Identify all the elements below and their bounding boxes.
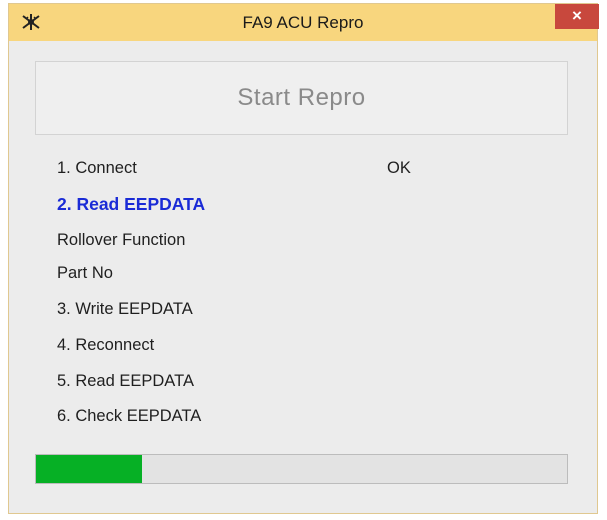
progress-fill bbox=[36, 455, 142, 483]
step-read-eepdata: 2. Read EEPDATA bbox=[57, 194, 206, 214]
progress-bar bbox=[35, 454, 568, 484]
start-repro-button[interactable]: Start Repro bbox=[35, 61, 568, 135]
step-write-eepdata: 3. Write EEPDATA bbox=[57, 300, 193, 318]
close-button[interactable]: × bbox=[555, 4, 599, 29]
step-check-eepdata: 6. Check EEPDATA bbox=[57, 407, 202, 425]
title-bar[interactable]: FA9 ACU Repro × bbox=[9, 4, 599, 41]
window-title: FA9 ACU Repro bbox=[242, 13, 364, 32]
app-window: FA9 ACU Repro × Start Repro 1. Connect O… bbox=[8, 3, 599, 514]
step-read-eepdata-2: 5. Read EEPDATA bbox=[57, 372, 194, 390]
step-connect: 1. Connect bbox=[57, 159, 137, 177]
step-part-no: Part No bbox=[57, 264, 113, 282]
step-reconnect: 4. Reconnect bbox=[57, 336, 155, 354]
step-connect-status: OK bbox=[387, 159, 411, 177]
step-rollover-function: Rollover Function bbox=[57, 231, 186, 249]
